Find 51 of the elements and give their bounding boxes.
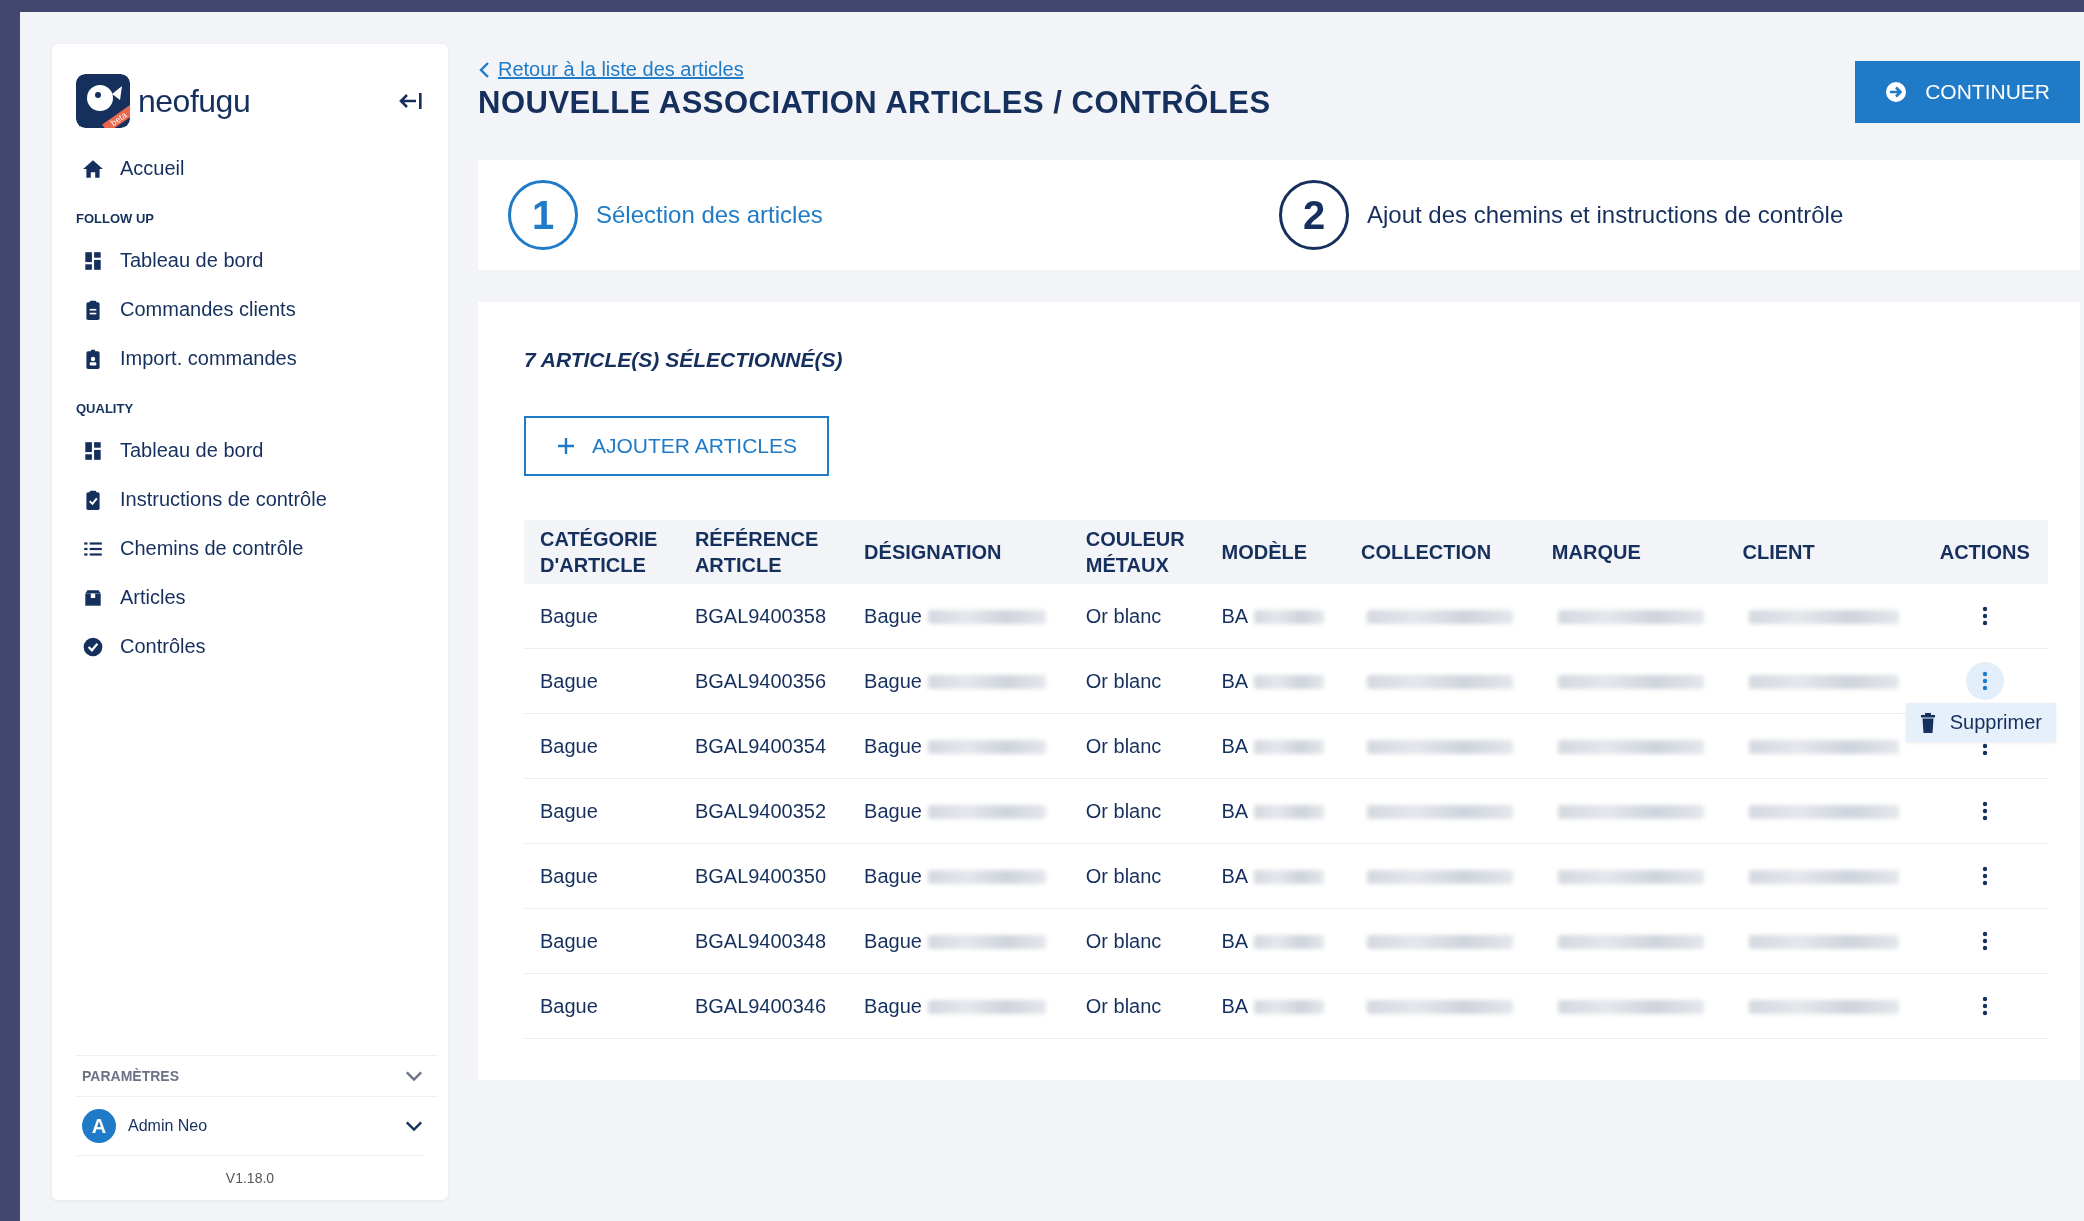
- table-cell: Bague: [848, 584, 1070, 649]
- table-cell: BA: [1205, 648, 1346, 714]
- table-cell: Or blanc: [1069, 843, 1206, 909]
- table-cell: BGAL9400354: [678, 713, 849, 779]
- table-cell: BA: [1205, 584, 1346, 649]
- table-cell: Bague: [524, 648, 679, 714]
- table-cell: Bague: [524, 908, 679, 974]
- table-cell: Bague: [524, 713, 679, 779]
- table-cell: Bague: [524, 973, 679, 1039]
- column-header: MARQUE: [1535, 520, 1727, 584]
- table-cell: BA: [1205, 713, 1346, 779]
- table-cell: Bague: [524, 843, 679, 909]
- table-cell: Or blanc: [1069, 908, 1206, 974]
- column-header: DÉSIGNATION: [848, 520, 1070, 584]
- table-cell: Bague: [848, 713, 1070, 779]
- section-heading: QUALITY: [76, 401, 135, 416]
- table-cell: BGAL9400350: [678, 843, 849, 909]
- page-title: NOUVELLE ASSOCIATION ARTICLES / CONTRÔLES: [478, 85, 1271, 121]
- table-cell: Bague: [848, 908, 1070, 974]
- table-cell: BGAL9400358: [678, 584, 849, 649]
- user-avatar: A: [82, 1109, 116, 1143]
- table-cell: BGAL9400352: [678, 778, 849, 844]
- table-cell: Bague: [848, 778, 1070, 844]
- table-cell: BGAL9400346: [678, 973, 849, 1039]
- column-header: CATÉGORIE D'ARTICLE: [524, 520, 679, 584]
- column-header: ACTIONS: [1921, 520, 2048, 584]
- column-header: MODÈLE: [1205, 520, 1346, 584]
- table-cell: Bague: [848, 973, 1070, 1039]
- section-title: 7 ARTICLE(S) SÉLECTIONNÉ(S): [524, 348, 844, 372]
- table-cell: BGAL9400348: [678, 908, 849, 974]
- table-cell: BA: [1205, 778, 1346, 844]
- table-cell: Or blanc: [1069, 648, 1206, 714]
- table-cell: BA: [1205, 973, 1346, 1039]
- column-header: RÉFÉRENCE ARTICLE: [678, 520, 849, 584]
- table-cell: Bague: [524, 778, 679, 844]
- table-cell: BGAL9400356: [678, 648, 849, 714]
- table-cell: BA: [1205, 843, 1346, 909]
- column-header: COLLECTION: [1345, 520, 1536, 584]
- version-label: V1.18.0: [76, 1155, 424, 1186]
- section-heading: FOLLOW UP: [76, 211, 155, 226]
- table-cell: Bague: [524, 584, 679, 649]
- logo-text: neofugu: [138, 82, 251, 120]
- column-header: CLIENT: [1726, 520, 1922, 584]
- table-cell: Or blanc: [1069, 713, 1206, 779]
- table-cell: BA: [1205, 908, 1346, 974]
- table-cell: Or blanc: [1069, 778, 1206, 844]
- table-cell: Or blanc: [1069, 973, 1206, 1039]
- column-header: COULEUR MÉTAUX: [1069, 520, 1206, 584]
- table-cell: Bague: [848, 648, 1070, 714]
- table-cell: Or blanc: [1069, 584, 1206, 649]
- table-cell: Bague: [848, 843, 1070, 909]
